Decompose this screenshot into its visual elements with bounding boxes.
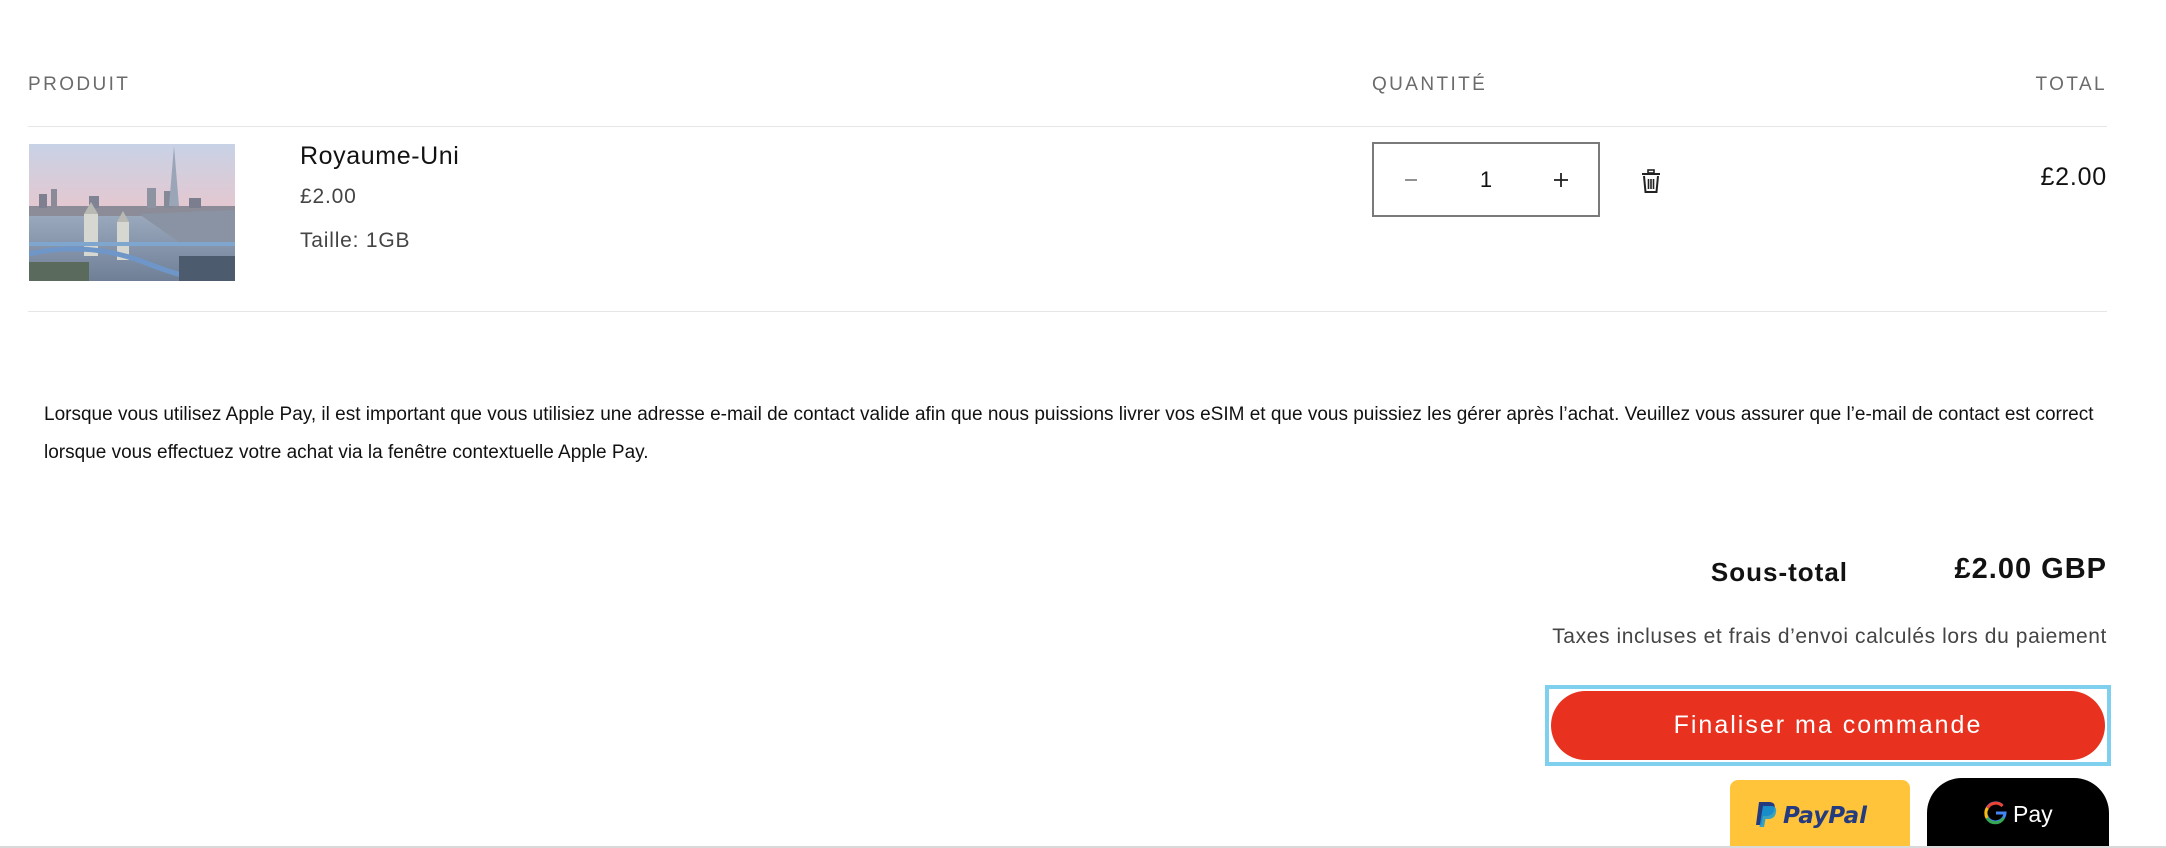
checkout-button[interactable]: Finaliser ma commande: [1551, 691, 2105, 760]
svg-text:Pay: Pay: [2013, 801, 2053, 827]
apple-pay-notice: Lorsque vous utilisez Apple Pay, il est …: [44, 404, 2094, 463]
column-header-product: PRODUIT: [28, 74, 131, 95]
checkout-focus-ring: Finaliser ma commande: [1545, 685, 2111, 766]
minus-icon: [1405, 178, 1417, 181]
divider: [28, 311, 2107, 312]
subtotal-label: Sous-total: [1710, 557, 1848, 587]
line-item-total: £2.00: [2040, 163, 2107, 191]
decrease-quantity-button[interactable]: [1374, 144, 1448, 215]
tax-shipping-note: Taxes incluses et frais d’envoi calculés…: [1552, 625, 2107, 648]
google-pay-button[interactable]: Pay: [1927, 778, 2109, 848]
google-pay-logo-icon: Pay: [1984, 801, 2053, 827]
product-name[interactable]: Royaume-Uni: [300, 142, 459, 171]
column-header-total: TOTAL: [2035, 74, 2107, 95]
product-image[interactable]: [29, 144, 235, 281]
paypal-logo-icon: PayPal: [1756, 802, 1868, 829]
increase-quantity-button[interactable]: [1524, 144, 1598, 215]
london-tower-bridge-photo-icon: [29, 144, 235, 281]
quantity-input[interactable]: [1451, 166, 1521, 193]
trash-icon: [1642, 169, 1660, 193]
product-variant: Taille: 1GB: [300, 229, 411, 252]
column-header-quantity: QUANTITÉ: [1372, 74, 1488, 95]
paypal-button[interactable]: PayPal: [1730, 780, 1910, 848]
divider: [28, 126, 2107, 127]
quantity-stepper: [1372, 142, 1600, 217]
product-unit-price: £2.00: [300, 185, 357, 208]
plus-icon: [1554, 172, 1568, 187]
subtotal-value: £2.00 GBP: [1954, 553, 2107, 585]
paypal-wordmark: PayPal: [1783, 803, 1868, 829]
remove-item-button[interactable]: [1640, 169, 1662, 193]
